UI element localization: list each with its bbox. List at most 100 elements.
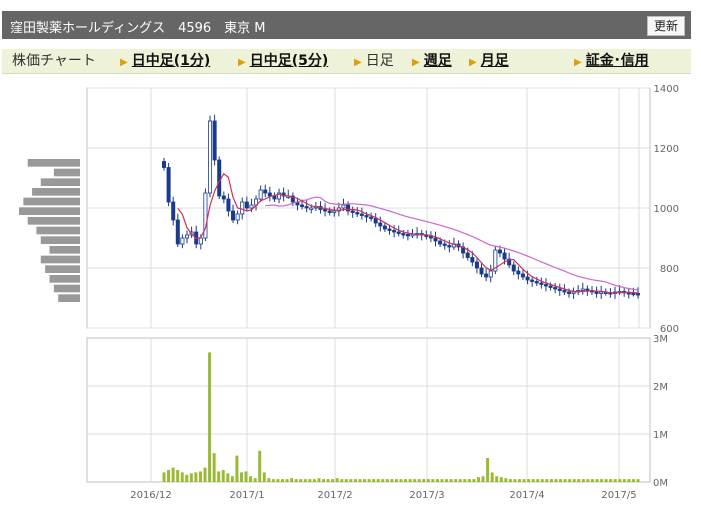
volume-bar — [595, 479, 599, 482]
candle — [516, 270, 521, 275]
volume-bar — [481, 476, 485, 482]
candle — [198, 237, 203, 245]
candle — [364, 215, 369, 218]
volume-bar — [431, 479, 435, 482]
volume-bar — [631, 479, 635, 482]
candle — [171, 201, 176, 221]
volume-bar — [203, 467, 207, 482]
candle — [212, 120, 217, 161]
candle — [161, 161, 166, 168]
candle — [166, 167, 171, 203]
volume-tick-label: 2M — [653, 382, 668, 393]
volume-profile-bar — [23, 197, 80, 206]
volume-bar — [581, 479, 585, 482]
volume-bar — [472, 479, 476, 482]
volume-bar — [349, 479, 353, 482]
volume-bar — [235, 455, 239, 482]
candle — [525, 276, 530, 281]
volume-bar — [454, 479, 458, 482]
volume-bar — [467, 479, 471, 482]
volume-bar — [239, 472, 243, 482]
candle — [359, 213, 364, 216]
candle — [520, 273, 525, 278]
volume-bar — [618, 479, 622, 482]
candle — [562, 290, 567, 293]
candle — [636, 293, 641, 296]
volume-bar — [385, 479, 389, 482]
volume-bar — [294, 479, 298, 482]
candle — [405, 233, 410, 237]
volume-bar — [622, 479, 626, 482]
candle — [323, 209, 328, 212]
volume-bar — [399, 479, 403, 482]
volume-bar — [167, 470, 171, 482]
volume-bar — [226, 473, 230, 482]
volume-bar — [299, 479, 303, 482]
candle — [387, 228, 392, 231]
volume-bar — [390, 479, 394, 482]
candle — [258, 189, 263, 200]
candle — [594, 291, 599, 294]
volume-bar — [244, 471, 248, 482]
volume-profile-bar — [27, 217, 80, 225]
volume-bar — [435, 479, 439, 482]
volume-bar — [394, 479, 398, 482]
volume-bar — [458, 479, 462, 482]
candle — [217, 159, 222, 197]
price-tick-label: 1400 — [654, 84, 679, 95]
candle — [235, 213, 240, 221]
candle — [543, 284, 548, 287]
volume-bar — [568, 479, 572, 482]
volume-bar — [308, 479, 312, 482]
candle — [208, 120, 213, 194]
volume-bar — [527, 479, 531, 482]
candle — [502, 252, 507, 260]
candle — [355, 212, 360, 215]
volume-bar — [180, 472, 184, 482]
date-tick-label: 2017/1 — [229, 490, 264, 501]
volume-bar — [613, 479, 617, 482]
candle — [599, 291, 604, 294]
volume-bar — [212, 453, 216, 482]
volume-profile-bar — [40, 178, 80, 186]
volume-bar — [331, 479, 335, 482]
volume-bar — [627, 479, 631, 482]
volume-bar — [176, 470, 180, 482]
date-tick-label: 2016/12 — [130, 490, 172, 501]
candle — [382, 225, 387, 230]
volume-bar — [440, 479, 444, 482]
date-tick-label: 2017/4 — [509, 490, 544, 501]
volume-bar — [322, 479, 326, 482]
candle — [309, 207, 314, 210]
volume-profile-bar — [49, 275, 80, 283]
date-tick-label: 2017/3 — [409, 490, 444, 501]
volume-profile-bar — [40, 236, 80, 244]
volume-bar — [267, 478, 271, 482]
candle — [300, 204, 305, 207]
volume-bar — [317, 478, 321, 482]
volume-bar — [217, 471, 221, 482]
volume-bar — [189, 473, 193, 482]
volume-bar — [536, 479, 540, 482]
volume-bar — [363, 479, 367, 482]
candle — [534, 281, 539, 284]
volume-bar — [208, 352, 212, 482]
candle — [378, 222, 383, 227]
candle — [272, 195, 277, 200]
volume-bar — [408, 479, 412, 482]
candle — [571, 291, 576, 294]
volume-bar — [381, 479, 385, 482]
volume-bar — [518, 479, 521, 482]
volume-bar — [540, 479, 544, 482]
volume-bar — [522, 479, 526, 482]
volume-bar — [221, 470, 225, 482]
volume-profile-bar — [40, 255, 80, 264]
volume-profile-bar — [49, 246, 80, 254]
candle — [474, 261, 479, 269]
volume-bar — [262, 472, 266, 482]
volume-bar — [572, 479, 576, 482]
candle — [373, 218, 378, 224]
candle — [585, 288, 590, 291]
volume-bar — [413, 479, 417, 482]
volume-bar — [372, 479, 376, 482]
